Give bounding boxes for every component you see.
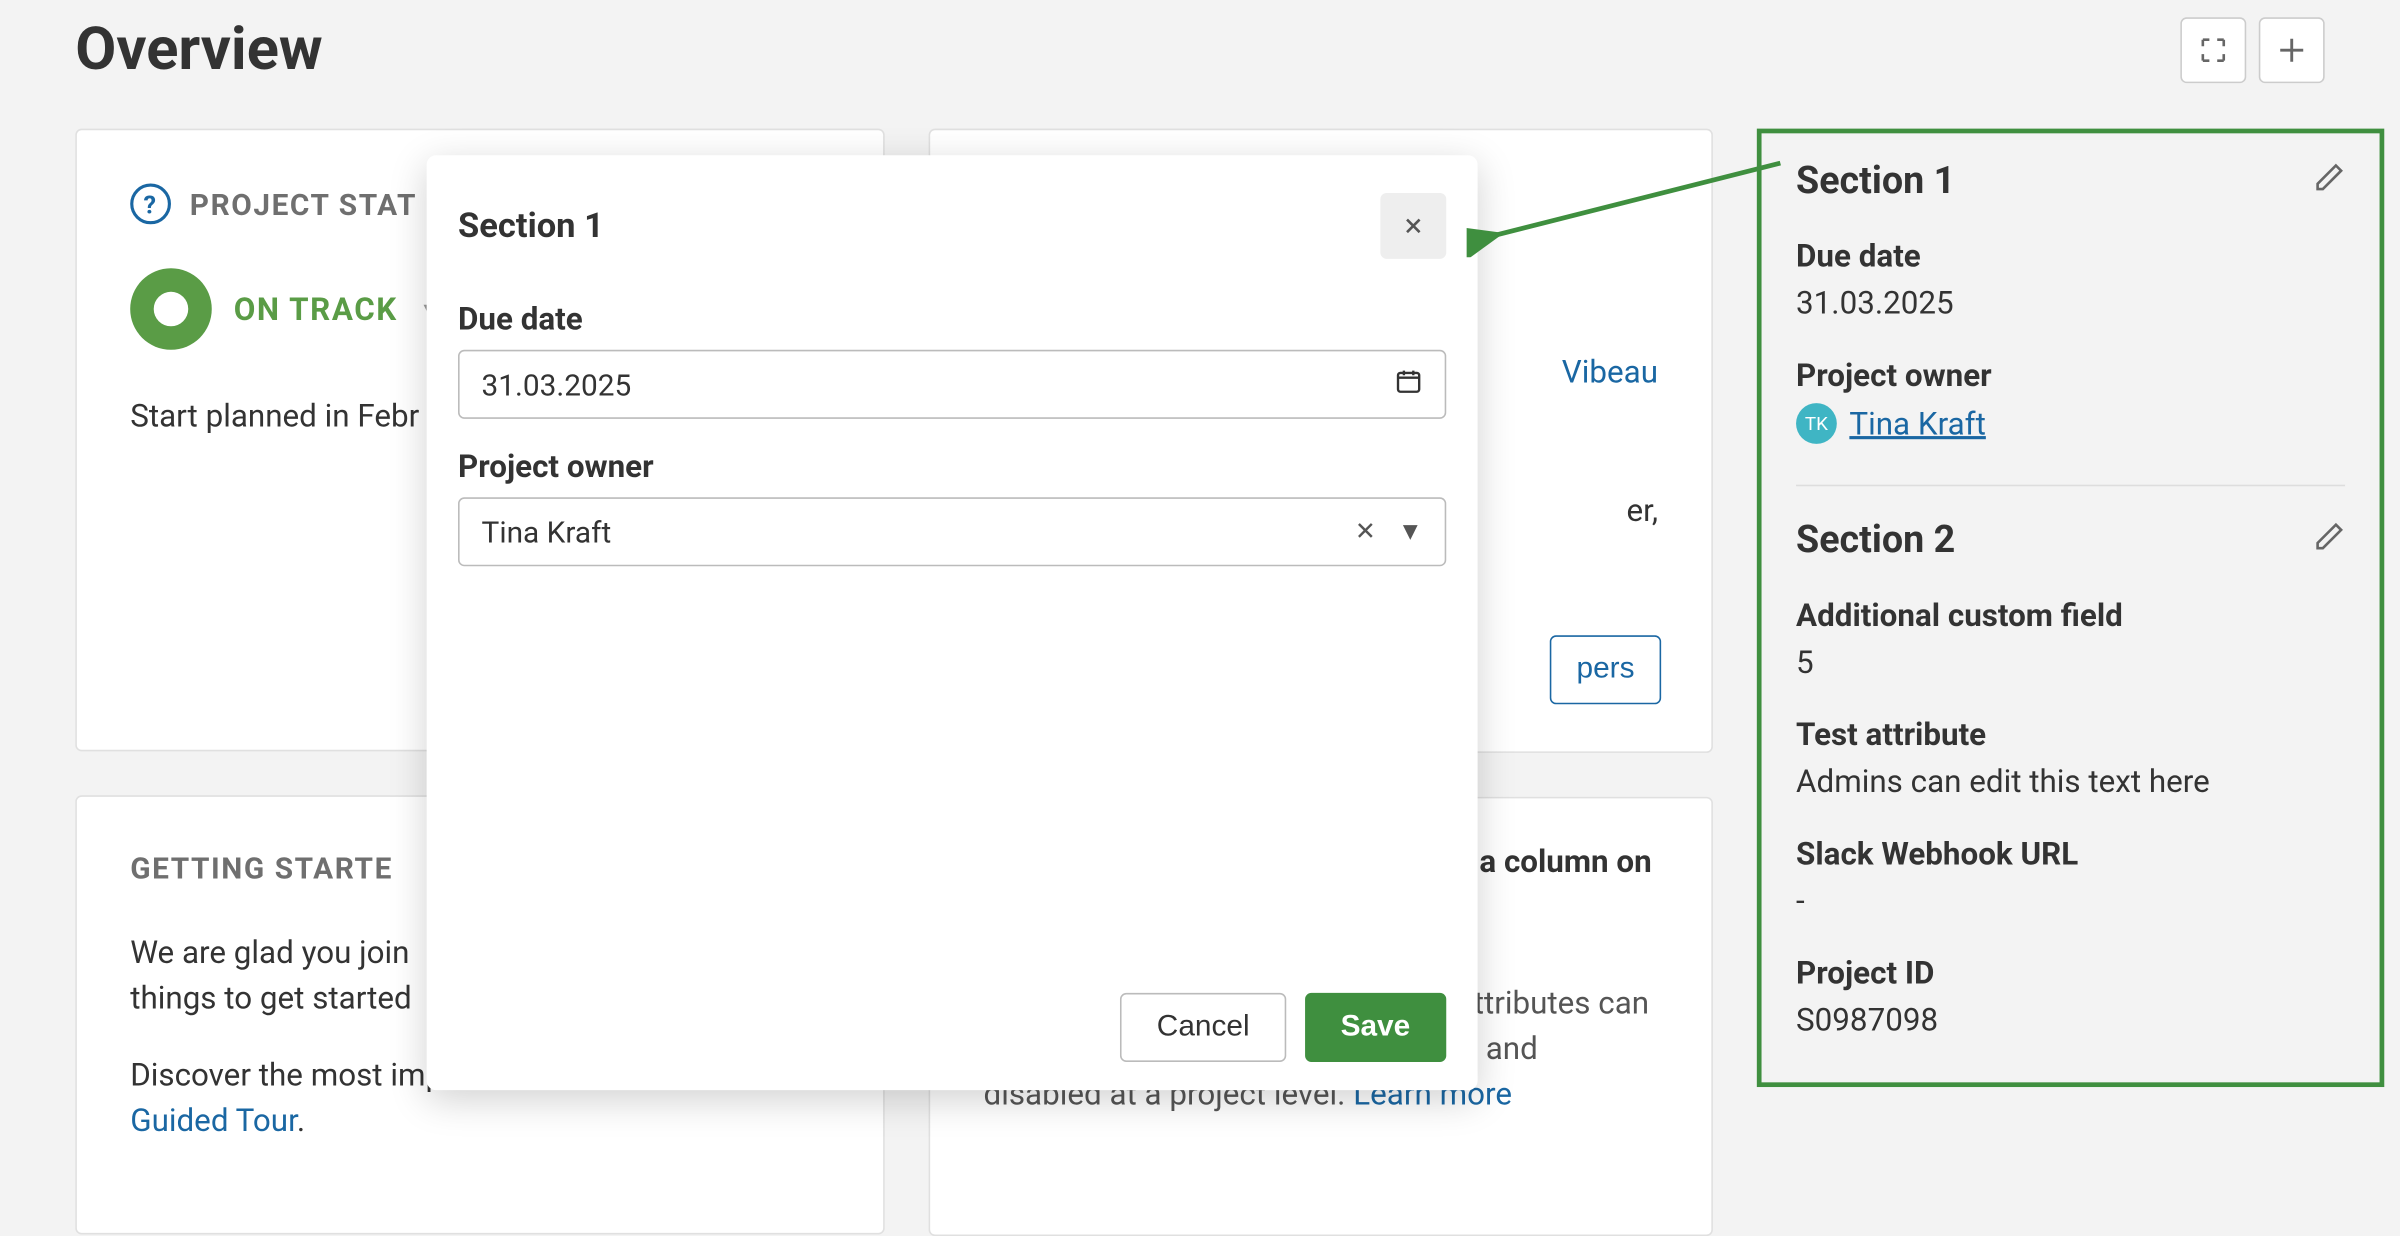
edit-section1-icon[interactable] [2314, 162, 2345, 200]
getting-started-label: GETTING STARTE [130, 850, 393, 886]
expand-icon[interactable] [2180, 17, 2246, 83]
close-icon[interactable] [1380, 193, 1446, 259]
owner-link[interactable]: Tina Kraft [1849, 405, 1985, 443]
test-attr-value: Admins can edit this text here [1796, 762, 2345, 800]
edit-section2-icon[interactable] [2314, 521, 2345, 559]
plus-icon[interactable] [2259, 17, 2325, 83]
member-name-fragment: Vibeau [1562, 353, 1658, 391]
clear-icon[interactable]: ✕ [1355, 516, 1376, 547]
test-attr-label: Test attribute [1796, 715, 2345, 753]
help-icon[interactable]: ? [130, 184, 171, 225]
section1-title: Section 1 [1796, 158, 1955, 202]
project-owner-select[interactable]: Tina Kraft ✕ ▼ [458, 497, 1446, 566]
due-date-input[interactable]: 31.03.2025 [458, 350, 1446, 419]
page-title: Overview [75, 16, 322, 85]
status-text: ON TRACK [234, 290, 398, 328]
cancel-button[interactable]: Cancel [1121, 993, 1286, 1062]
project-owner-label: Project owner [1796, 356, 2345, 394]
slack-url-value: - [1796, 882, 2345, 920]
project-id-label: Project ID [1796, 954, 2345, 992]
chevron-down-icon[interactable]: ▼ [1398, 516, 1423, 547]
due-date-label: Due date [1796, 237, 2345, 275]
dialog-due-label: Due date [458, 300, 1446, 338]
sidebar-sections: Section 1 Due date 31.03.2025 Project ow… [1757, 129, 2384, 1087]
status-dot-icon [130, 268, 212, 350]
status-card-label: PROJECT STAT [190, 186, 417, 222]
members-button-fragment[interactable]: pers [1550, 635, 1661, 704]
dialog-title: Section 1 [458, 206, 604, 245]
slack-url-label: Slack Webhook URL [1796, 834, 2345, 872]
column-title-fragment: a column on [1479, 842, 1651, 880]
text-fragment: er, [1626, 491, 1658, 529]
edit-section-dialog: Section 1 Due date 31.03.2025 Project ow… [427, 155, 1478, 1090]
dialog-owner-label: Project owner [458, 447, 1446, 485]
guided-tour-link[interactable]: Guided Tour [130, 1101, 297, 1139]
section-divider [1796, 485, 2345, 487]
owner-select-value: Tina Kraft [482, 514, 612, 550]
custom-field-value: 5 [1796, 643, 2345, 681]
section2-title: Section 2 [1796, 518, 1955, 562]
owner-avatar: TK [1796, 403, 1837, 444]
due-date-value: 31.03.2025 [1796, 284, 2345, 322]
due-date-input-value: 31.03.2025 [482, 366, 632, 402]
custom-field-label: Additional custom field [1796, 596, 2345, 634]
save-button[interactable]: Save [1304, 993, 1446, 1062]
project-id-value: S0987098 [1796, 1001, 2345, 1039]
calendar-icon[interactable] [1394, 366, 1422, 402]
